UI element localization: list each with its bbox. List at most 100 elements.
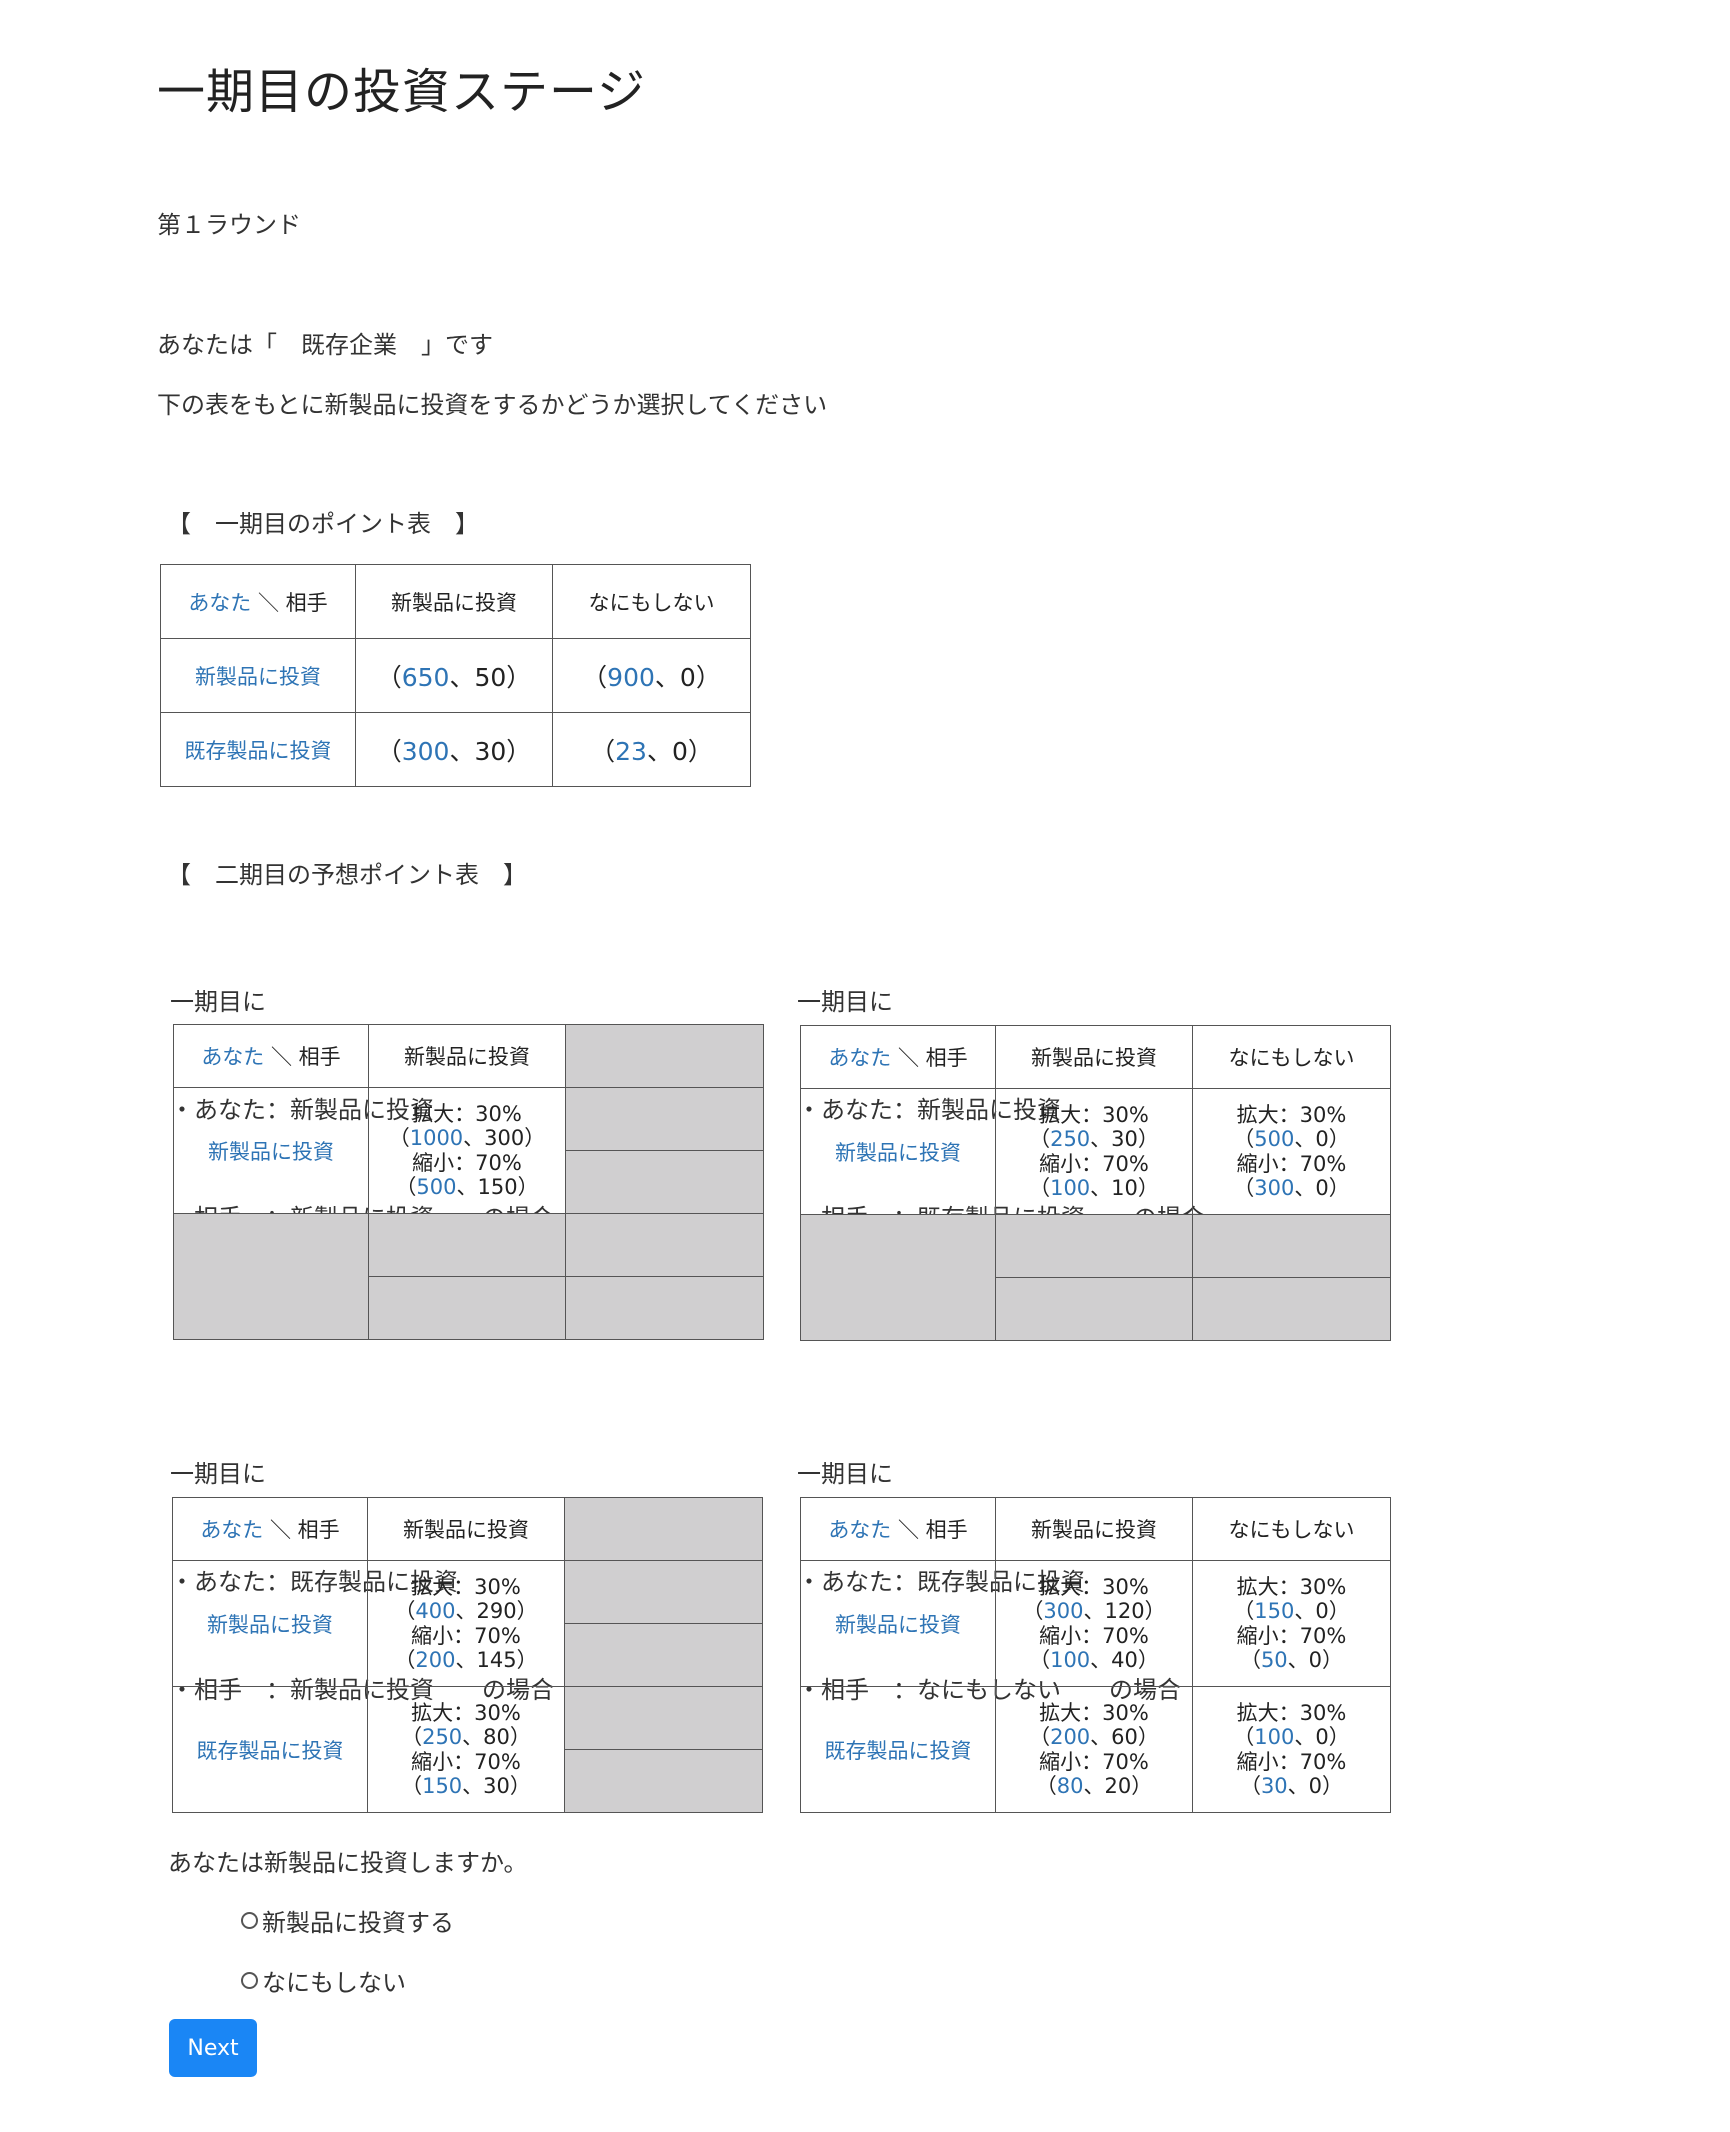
round-label: 第１ラウンド — [157, 211, 301, 239]
shrink-prob: 縮小：70% — [1039, 1623, 1149, 1648]
greyed-cell — [565, 1024, 764, 1088]
payoff-you: 50 — [1260, 1648, 1288, 1672]
payoff-you: 100 — [1050, 1648, 1091, 1672]
payoff-cell: 拡大：30% （300、120） 縮小：70% （100、40） — [995, 1560, 1193, 1687]
row-label: 既存製品に投資 — [172, 1686, 368, 1813]
row-label: 新製品に投資 — [160, 638, 356, 713]
greyed-cell — [564, 1749, 763, 1813]
caption-line: 一期目に — [170, 1460, 266, 1488]
caption-line: 一期目に — [797, 1460, 893, 1488]
role-line: あなたは「 既存企業 」です — [157, 331, 493, 359]
corner-opponent: 相手 — [925, 1518, 968, 1542]
payoff-opponent: 20 — [1104, 1774, 1132, 1798]
payoff-you: 500 — [416, 1175, 457, 1199]
payoff-you: 200 — [1050, 1725, 1091, 1749]
greyed-cell — [1192, 1277, 1391, 1341]
expand-prob: 拡大：30% — [1236, 1700, 1347, 1725]
payoff-you: 100 — [1050, 1176, 1091, 1200]
scenario-table: あなた ＼ 相手 新製品に投資 新製品に投資 拡大：30% （400、290） … — [172, 1497, 763, 1813]
option-label: 新製品に投資する — [262, 1909, 454, 1937]
greyed-cell — [1192, 1214, 1391, 1278]
payoff-cell: （300、30） — [355, 712, 553, 787]
greyed-cell — [800, 1214, 996, 1341]
column-header: 新製品に投資 — [367, 1497, 565, 1561]
column-header: 新製品に投資 — [355, 564, 553, 639]
corner-you: あなた — [828, 1518, 892, 1542]
payoff-you: 200 — [415, 1648, 456, 1672]
instruction-text: 下の表をもとに新製品に投資をするかどうか選択してください — [157, 391, 828, 419]
row-label: 新製品に投資 — [173, 1087, 369, 1214]
row-label: 既存製品に投資 — [160, 712, 356, 787]
payoff-opponent: 60 — [1111, 1725, 1138, 1749]
shrink-prob: 縮小：70% — [1236, 1749, 1347, 1774]
row-label: 新製品に投資 — [800, 1088, 996, 1215]
option-label: なにもしない — [262, 1969, 406, 1997]
corner-opponent: 相手 — [285, 590, 328, 615]
payoff-opponent: 145 — [476, 1648, 517, 1672]
greyed-cell — [565, 1150, 764, 1214]
corner-separator: ＼ — [891, 1518, 926, 1542]
corner-you: あなた — [828, 1046, 892, 1070]
scenario-table: あなた ＼ 相手 新製品に投資 なにもしない 新製品に投資 拡大：30% （30… — [800, 1497, 1391, 1813]
option-do-nothing[interactable]: なにもしない — [241, 1963, 406, 1998]
payoff-opponent: 0 — [1315, 1176, 1329, 1200]
payoff-you: 150 — [1254, 1599, 1295, 1623]
payoff-opponent: 30 — [483, 1774, 510, 1798]
corner-opponent: 相手 — [297, 1518, 340, 1542]
shrink-prob: 縮小：70% — [1236, 1623, 1347, 1648]
table1-heading: 【 一期目のポイント表 】 — [167, 510, 479, 538]
expand-prob: 拡大：30% — [1039, 1700, 1149, 1725]
table-corner-cell: あなた ＼ 相手 — [173, 1024, 369, 1088]
expand-prob: 拡大：30% — [1236, 1102, 1347, 1127]
expand-prob: 拡大：30% — [411, 1700, 521, 1725]
payoff-cell: 拡大：30% （250、30） 縮小：70% （100、10） — [995, 1088, 1193, 1215]
radio-button[interactable] — [241, 1912, 258, 1929]
payoff-you: 400 — [415, 1599, 456, 1623]
payoff-cell: 拡大：30% （100、0） 縮小：70% （30、0） — [1192, 1686, 1391, 1813]
payoff-you: 100 — [1254, 1725, 1295, 1749]
payoff-you: 650 — [401, 662, 450, 692]
payoff-you: 250 — [422, 1725, 463, 1749]
greyed-cell — [368, 1276, 566, 1340]
option-invest-new[interactable]: 新製品に投資する — [241, 1903, 454, 1938]
corner-separator: ＼ — [891, 1046, 926, 1070]
greyed-cell — [564, 1560, 763, 1624]
shrink-prob: 縮小：70% — [412, 1150, 522, 1175]
expand-prob: 拡大：30% — [412, 1101, 522, 1126]
corner-you: あなた — [200, 1518, 264, 1542]
payoff-cell: （23、0） — [552, 712, 751, 787]
shrink-prob: 縮小：70% — [1039, 1749, 1149, 1774]
greyed-cell — [564, 1686, 763, 1750]
payoff-you: 23 — [615, 736, 647, 766]
payoff-opponent: 30 — [1111, 1127, 1138, 1151]
greyed-cell — [173, 1213, 369, 1340]
payoff-opponent: 0 — [671, 736, 688, 766]
greyed-cell — [564, 1623, 763, 1687]
payoff-cell: 拡大：30% （150、0） 縮小：70% （50、0） — [1192, 1560, 1391, 1687]
radio-button[interactable] — [241, 1972, 258, 1989]
payoff-opponent: 120 — [1104, 1599, 1145, 1623]
payoff-opponent: 0 — [1315, 1725, 1329, 1749]
payoff-cell: 拡大：30% （1000、300） 縮小：70% （500、150） — [368, 1087, 566, 1214]
greyed-cell — [995, 1214, 1193, 1278]
corner-separator: ＼ — [263, 1518, 298, 1542]
payoff-opponent: 30 — [474, 736, 507, 766]
corner-you: あなた — [201, 1045, 265, 1069]
column-header: 新製品に投資 — [368, 1024, 566, 1088]
payoff-opponent: 290 — [476, 1599, 517, 1623]
next-button[interactable]: Next — [169, 2019, 257, 2077]
payoff-opponent: 50 — [474, 662, 507, 692]
column-header: なにもしない — [1192, 1497, 1391, 1561]
first-period-points-table: あなた ＼ 相手 新製品に投資 なにもしない 新製品に投資 （650、50） （… — [160, 564, 751, 787]
payoff-opponent: 10 — [1111, 1176, 1138, 1200]
row-label: 既存製品に投資 — [800, 1686, 996, 1813]
expand-prob: 拡大：30% — [1039, 1574, 1149, 1599]
expand-prob: 拡大：30% — [411, 1574, 521, 1599]
payoff-opponent: 0 — [1308, 1774, 1323, 1798]
corner-opponent: 相手 — [298, 1045, 341, 1069]
scenario-table: あなた ＼ 相手 新製品に投資 新製品に投資 拡大：30% （1000、300）… — [173, 1024, 764, 1340]
payoff-opponent: 150 — [477, 1175, 518, 1199]
payoff-cell: （900、0） — [552, 638, 751, 713]
payoff-you: 500 — [1254, 1127, 1295, 1151]
greyed-cell — [564, 1497, 763, 1561]
